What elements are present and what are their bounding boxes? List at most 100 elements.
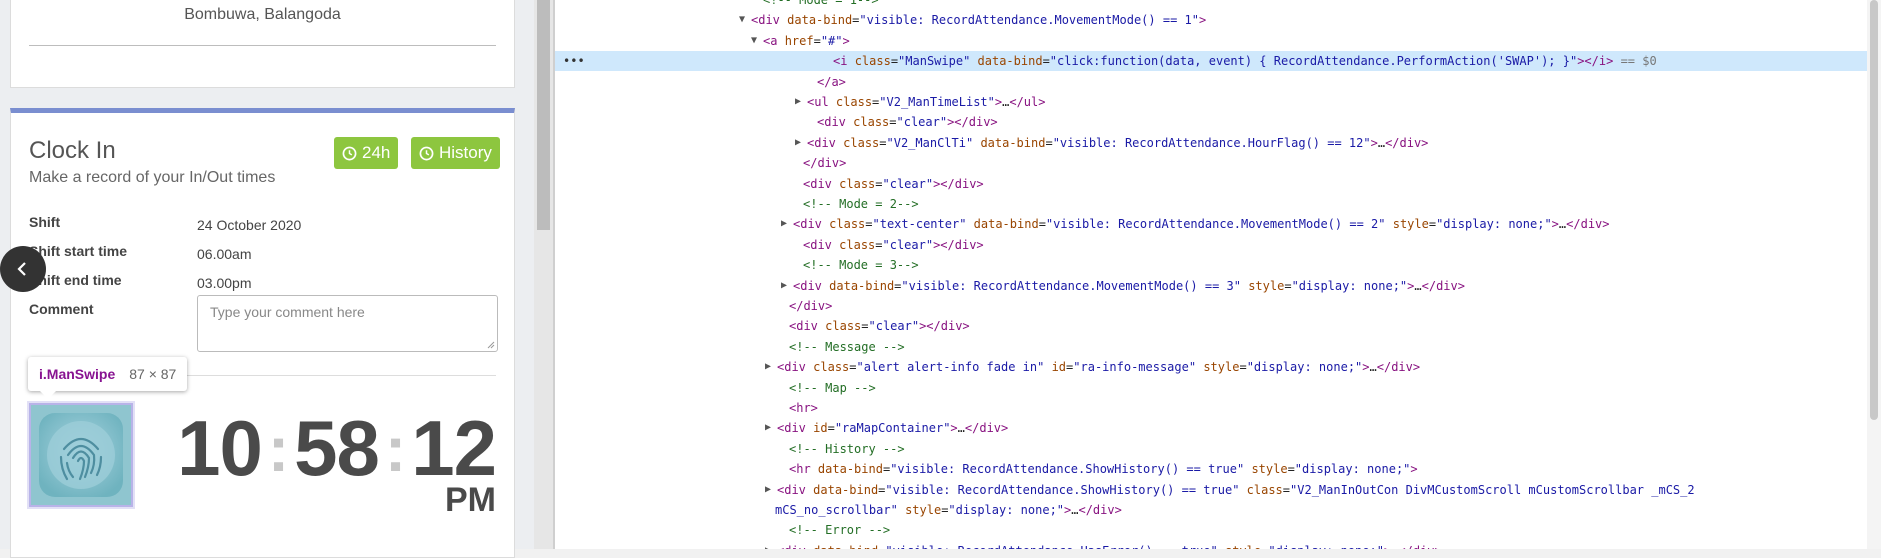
dom-node[interactable]: ▼ <div data-bind="visible: RecordAttendan… (555, 10, 1867, 30)
dom-node-markup: <div id="raMapContainer">…</div> (777, 421, 1009, 436)
comment-field[interactable]: Type your comment here (197, 295, 498, 352)
expand-triangle-icon[interactable]: ▶ (795, 133, 801, 153)
dom-node-markup: <hr data-bind="visible: RecordAttendance… (789, 462, 1418, 477)
shift-label: Shift (29, 214, 61, 230)
dom-node-markup: <!-- Map --> (789, 380, 876, 395)
dom-node-markup: <a href="#"> (763, 33, 850, 48)
dom-node[interactable]: ▶ <div data-bind="visible: RecordAttendan… (555, 276, 1867, 296)
dom-node-markup: <i class="ManSwipe" data-bind="click:fun… (833, 54, 1657, 69)
dom-node[interactable]: <!-- Mode = 2--> (555, 194, 1867, 214)
dom-node-selected[interactable]: ••• <i class="ManSwipe" data-bind="click:… (555, 51, 1867, 72)
dom-node[interactable]: </div> (555, 296, 1867, 316)
more-options-icon[interactable]: ••• (563, 51, 585, 71)
page-scrollbar-thumb[interactable] (537, 0, 550, 230)
collapse-triangle-icon[interactable]: ▼ (739, 10, 745, 30)
location-address: Bombuwa, Balangoda (184, 6, 341, 23)
dom-node-markup: </div> (803, 156, 847, 171)
dom-node-markup: <!-- Mode = 3--> (803, 258, 919, 273)
expand-triangle-icon[interactable]: ▶ (781, 214, 787, 234)
dom-node[interactable]: ▶ <ul class="V2_ManTimeList">…</ul> (555, 92, 1867, 112)
resize-grip-icon[interactable] (487, 341, 495, 349)
dom-node[interactable]: ▶ <div class="alert alert-info fade in" i… (555, 357, 1867, 377)
devtools-scrollbar-thumb[interactable] (1870, 0, 1878, 420)
clock-icon (419, 146, 434, 160)
dom-node-markup: <div class="clear"></div> (817, 115, 998, 130)
expand-triangle-icon[interactable]: ▶ (765, 541, 771, 549)
fingerprint-icon (31, 405, 131, 505)
expand-triangle-icon[interactable]: ▶ (795, 92, 801, 112)
comment-placeholder: Type your comment here (210, 304, 365, 320)
tooltip-selector: i.ManSwipe (39, 366, 116, 382)
dom-node-markup: <!-- History --> (789, 441, 905, 456)
divider (29, 45, 496, 46)
dom-node[interactable]: ▼ <a href="#"> (555, 31, 1867, 51)
dom-node-markup: </div> (789, 299, 833, 313)
chevron-left-icon (17, 262, 26, 276)
dom-node[interactable]: <!-- Message --> (555, 337, 1867, 357)
shift-start-label: Shift start time (29, 243, 128, 259)
dom-node[interactable]: mCS_no_scrollbar" style="display: none;"… (555, 500, 1867, 520)
dom-node[interactable]: <!-- History --> (555, 439, 1867, 459)
clock-icon (342, 146, 357, 160)
clock-in-card: Clock In Make a record of your In/Out ti… (10, 108, 515, 558)
expand-triangle-icon[interactable]: ▶ (781, 276, 787, 296)
dom-node-markup: <!-- Mode = 1--> (763, 0, 879, 7)
page-scrollbar[interactable] (534, 0, 553, 549)
inspect-tooltip: i.ManSwipe 87 × 87 (28, 357, 188, 399)
dom-node[interactable]: <!-- Mode = 1--> (555, 0, 1867, 10)
dom-node-markup: <div data-bind="visible: RecordAttendanc… (777, 541, 1442, 549)
page-subtitle: Make a record of your In/Out times (29, 169, 276, 186)
dom-node[interactable]: <hr data-bind="visible: RecordAttendance… (555, 459, 1867, 479)
history-button-label: History (439, 143, 492, 162)
dom-node[interactable]: ▶ <div data-bind="visible: RecordAttendan… (555, 480, 1867, 500)
attendance-app-panel: Bombuwa, Balangoda Clock In Make a recor… (0, 0, 534, 558)
dom-node[interactable]: <!-- Mode = 3--> (555, 255, 1867, 275)
devtools-elements-panel: <!-- Mode = 1--> ▼ <div data-bind="visible… (555, 0, 1881, 549)
dom-node-markup: <div class="V2_ManClTi" data-bind="visib… (807, 135, 1429, 150)
dom-node[interactable]: ▶ <div class="text-center" data-bind="vis… (555, 214, 1867, 234)
dom-node-markup: <div class="text-center" data-bind="visi… (793, 217, 1610, 232)
dom-node-markup: <div data-bind="visible: RecordAttendanc… (793, 278, 1465, 293)
expand-triangle-icon[interactable]: ▶ (765, 480, 771, 500)
dom-node-markup: <div class="clear"></div> (803, 237, 984, 252)
dom-node-markup: <div data-bind="visible: RecordAttendanc… (777, 482, 1695, 497)
time-separator: : (384, 412, 406, 485)
history-button[interactable]: History (411, 137, 500, 169)
location-card: Bombuwa, Balangoda (10, 0, 515, 88)
time-separator: : (267, 412, 289, 485)
dom-node[interactable]: <div class="clear"></div> (555, 235, 1867, 255)
expand-triangle-icon[interactable]: ▶ (765, 357, 771, 377)
collapse-triangle-icon[interactable]: ▼ (751, 31, 757, 51)
back-button[interactable] (0, 246, 46, 292)
dom-node[interactable]: <div class="clear"></div> (555, 174, 1867, 194)
dom-node[interactable]: <div class="clear"></div> (555, 316, 1867, 336)
dom-node-markup: <div class="alert alert-info fade in" id… (777, 360, 1421, 375)
dom-node[interactable]: <!-- Map --> (555, 378, 1867, 398)
dom-node[interactable]: ▶ <div class="V2_ManClTi" data-bind="visi… (555, 133, 1867, 153)
dom-node[interactable]: ▶ <div id="raMapContainer">…</div> (555, 418, 1867, 438)
fingerprint-swipe-button[interactable] (29, 403, 133, 507)
shift-value: 24 October 2020 (197, 217, 302, 233)
dom-node[interactable]: </a> (555, 72, 1867, 92)
dom-node[interactable]: <div class="clear"></div> (555, 112, 1867, 132)
devtools-scrollbar[interactable] (1867, 0, 1881, 549)
dom-node[interactable]: <!-- Error --> (555, 520, 1867, 540)
dom-node-markup: <!-- Message --> (789, 339, 905, 354)
dom-node[interactable]: <hr> (555, 398, 1867, 418)
comment-label: Comment (29, 301, 94, 317)
shift-start-value: 06.00am (197, 246, 252, 262)
dom-node-markup: <div data-bind="visible: RecordAttendanc… (751, 13, 1207, 28)
dom-node-markup: mCS_no_scrollbar" style="display: none;"… (775, 503, 1122, 517)
dom-node-markup: <hr> (789, 401, 818, 415)
tooltip-dimensions: 87 × 87 (129, 366, 177, 382)
dom-node-markup: <div class="clear"></div> (803, 176, 984, 191)
dom-node-markup: <ul class="V2_ManTimeList">…</ul> (807, 95, 1046, 109)
24h-button[interactable]: 24h (334, 137, 399, 169)
time-minutes: 58 (294, 404, 380, 492)
dom-node[interactable]: </div> (555, 153, 1867, 173)
dom-node[interactable]: ▶ <div data-bind="visible: RecordAttendan… (555, 541, 1867, 549)
24h-button-label: 24h (362, 143, 391, 162)
shift-end-value: 03.00pm (197, 275, 252, 291)
expand-triangle-icon[interactable]: ▶ (765, 418, 771, 438)
dom-node-markup: <!-- Error --> (789, 523, 891, 538)
